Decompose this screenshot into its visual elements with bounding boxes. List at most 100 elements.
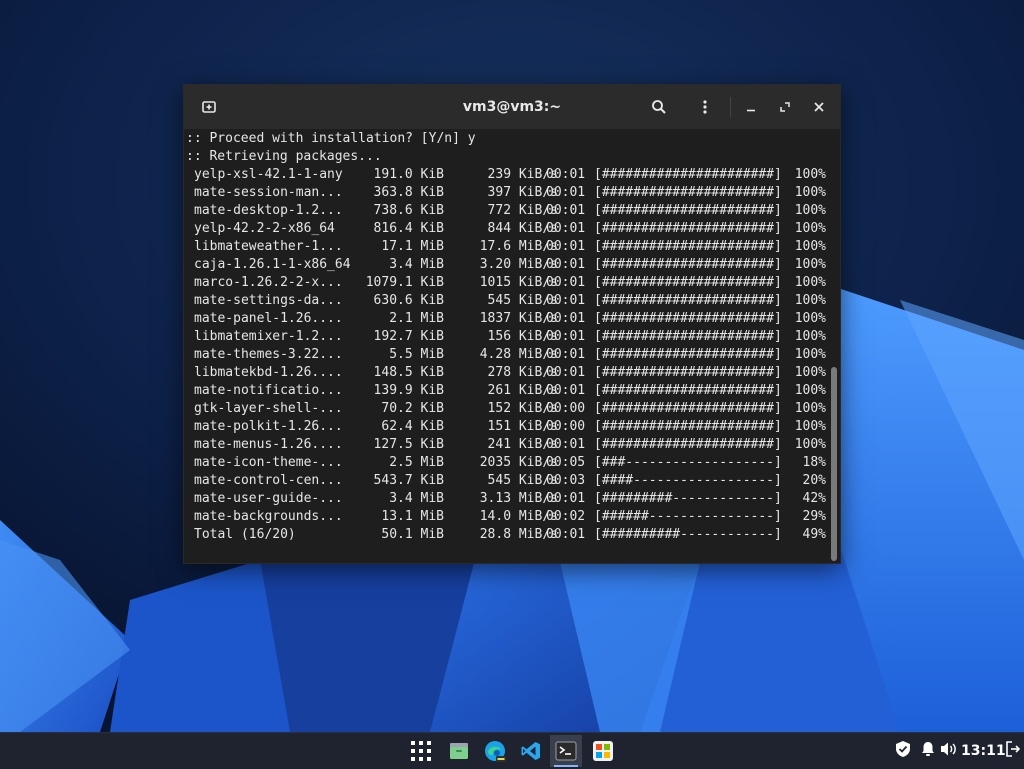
progress-percent: 20% — [802, 473, 826, 488]
elapsed-time: 00:01 — [546, 185, 586, 200]
package-row: libmatemixer-1.2... 192.7 KiB 156 KiB/s 00:… — [186, 328, 828, 346]
status-line: :: Retrieving packages... — [186, 149, 382, 164]
shield-icon — [895, 740, 911, 762]
maximize-icon — [779, 101, 791, 113]
download-size: 630.6 KiB — [373, 293, 444, 308]
progress-bar-text: [######################] — [594, 275, 782, 290]
package-name: mate-settings-da... — [194, 293, 343, 308]
software-store-button[interactable] — [587, 735, 619, 767]
window-titlebar[interactable]: vm3@vm3:~ — [184, 85, 840, 129]
minimize-button[interactable] — [736, 92, 766, 122]
package-row: mate-icon-theme-... 2.5 MiB 2035 KiB/s 00:0… — [186, 454, 828, 472]
vscode-icon — [520, 740, 542, 762]
close-button[interactable] — [804, 92, 834, 122]
elapsed-time: 00:01 — [546, 311, 586, 326]
scrollbar-thumb[interactable] — [831, 367, 837, 561]
download-size: 1079.1 KiB — [365, 275, 444, 290]
vscode-button[interactable] — [515, 735, 547, 767]
elapsed-time: 00:01 — [546, 527, 586, 542]
progress-bar-text: [######----------------] — [594, 509, 782, 524]
transfer-rate: 239 KiB/s — [487, 167, 558, 182]
package-name: mate-polkit-1.26... — [194, 419, 343, 434]
package-name: libmatekbd-1.26.... — [194, 365, 343, 380]
transfer-rate: 545 KiB/s — [487, 293, 558, 308]
download-size: 2.5 MiB — [389, 455, 444, 470]
download-size: 2.1 MiB — [389, 311, 444, 326]
package-row: mate-notificatio... 139.9 KiB 261 KiB/s 00:… — [186, 382, 828, 400]
file-manager-button[interactable] — [443, 735, 475, 767]
package-name: mate-panel-1.26.... — [194, 311, 343, 326]
progress-bar-text: [######################] — [594, 221, 782, 236]
app-grid-button[interactable] — [405, 735, 437, 767]
download-size: 816.4 KiB — [373, 221, 444, 236]
app-grid-icon — [410, 740, 432, 762]
progress-percent: 100% — [794, 329, 826, 344]
progress-bar-text: [######################] — [594, 293, 782, 308]
package-row: yelp-42.2-2-x86_64 816.4 KiB 844 KiB/s 00:0… — [186, 220, 828, 238]
progress-bar-text: [######################] — [594, 239, 782, 254]
package-name: mate-session-man... — [194, 185, 343, 200]
menu-button[interactable] — [690, 92, 720, 122]
progress-percent: 100% — [794, 221, 826, 236]
package-row: marco-1.26.2-2-x... 1079.1 KiB 1015 KiB/s 0… — [186, 274, 828, 292]
progress-bar-text: [####------------------] — [594, 473, 782, 488]
package-name: mate-backgrounds... — [194, 509, 343, 524]
package-name: gtk-layer-shell-... — [194, 401, 343, 416]
security-tray-button[interactable] — [892, 733, 914, 769]
terminal-window[interactable]: vm3@vm3:~:: Proceed with installation? … — [183, 84, 841, 564]
package-row: mate-polkit-1.26... 62.4 KiB 151 KiB/s 00:0… — [186, 418, 828, 436]
transfer-rate: 152 KiB/s — [487, 401, 558, 416]
package-name: marco-1.26.2-2-x... — [194, 275, 343, 290]
elapsed-time: 00:01 — [546, 347, 586, 362]
progress-bar-text: [###-------------------] — [594, 455, 782, 470]
package-row: libmateweather-1... 17.1 MiB 17.6 MiB/s 00:… — [186, 238, 828, 256]
download-size: 70.2 KiB — [381, 401, 444, 416]
notifications-tray-button[interactable] — [918, 733, 938, 769]
new-tab-button[interactable] — [194, 92, 224, 122]
package-row: mate-desktop-1.2... 738.6 KiB 772 KiB/s 00:… — [186, 202, 828, 220]
download-size: 3.4 MiB — [389, 491, 444, 506]
elapsed-time: 00:01 — [546, 437, 586, 452]
new-tab-icon — [201, 99, 217, 115]
progress-percent: 100% — [794, 185, 826, 200]
package-row: gtk-layer-shell-... 70.2 KiB 152 KiB/s 00:0… — [186, 400, 828, 418]
package-name: mate-desktop-1.2... — [194, 203, 343, 218]
logout-tray-button[interactable] — [1004, 733, 1022, 769]
minimize-icon — [745, 101, 757, 113]
download-size: 50.1 MiB — [381, 527, 444, 542]
progress-percent: 100% — [794, 365, 826, 380]
transfer-rate: 772 KiB/s — [487, 203, 558, 218]
progress-percent: 100% — [794, 401, 826, 416]
progress-bar-text: [######################] — [594, 437, 782, 452]
elapsed-time: 00:01 — [546, 383, 586, 398]
package-row: Total (16/20) 50.1 MiB 28.8 MiB/s 00:01 [###… — [186, 526, 828, 544]
search-button[interactable] — [644, 92, 674, 122]
elapsed-time: 00:01 — [546, 329, 586, 344]
maximize-button[interactable] — [770, 92, 800, 122]
transfer-rate: 14.0 MiB/s — [479, 509, 558, 524]
close-icon — [813, 101, 825, 113]
package-row: mate-panel-1.26.... 2.1 MiB 1837 KiB/s 00:0… — [186, 310, 828, 328]
package-row: mate-themes-3.22... 5.5 MiB 4.28 MiB/s 00:0… — [186, 346, 828, 364]
package-row: mate-settings-da... 630.6 KiB 545 KiB/s 00:… — [186, 292, 828, 310]
prompt-line: :: Proceed with installation? [Y/n] y — [186, 131, 476, 146]
progress-bar-text: [######################] — [594, 167, 782, 182]
volume-tray-button[interactable] — [938, 733, 960, 769]
transfer-rate: 2035 KiB/s — [479, 455, 558, 470]
terminal-scrollbar[interactable] — [828, 129, 840, 563]
terminal-output[interactable]: :: Proceed with installation? [Y/n] y ::… — [184, 129, 828, 563]
progress-bar-text: [##########------------] — [594, 527, 782, 542]
progress-percent: 100% — [794, 347, 826, 362]
logout-icon — [1006, 741, 1021, 761]
progress-percent: 18% — [802, 455, 826, 470]
progress-percent: 100% — [794, 383, 826, 398]
edge-dev-button[interactable] — [479, 735, 511, 767]
titlebar-separator — [730, 97, 731, 117]
kebab-menu-icon — [697, 99, 713, 115]
package-name: mate-themes-3.22... — [194, 347, 343, 362]
taskbar-clock[interactable]: 13:11 — [961, 733, 1006, 769]
elapsed-time: 00:02 — [546, 509, 586, 524]
terminal-taskbar-button[interactable] — [550, 735, 582, 767]
download-size: 148.5 KiB — [373, 365, 444, 380]
download-size: 3.4 MiB — [389, 257, 444, 272]
